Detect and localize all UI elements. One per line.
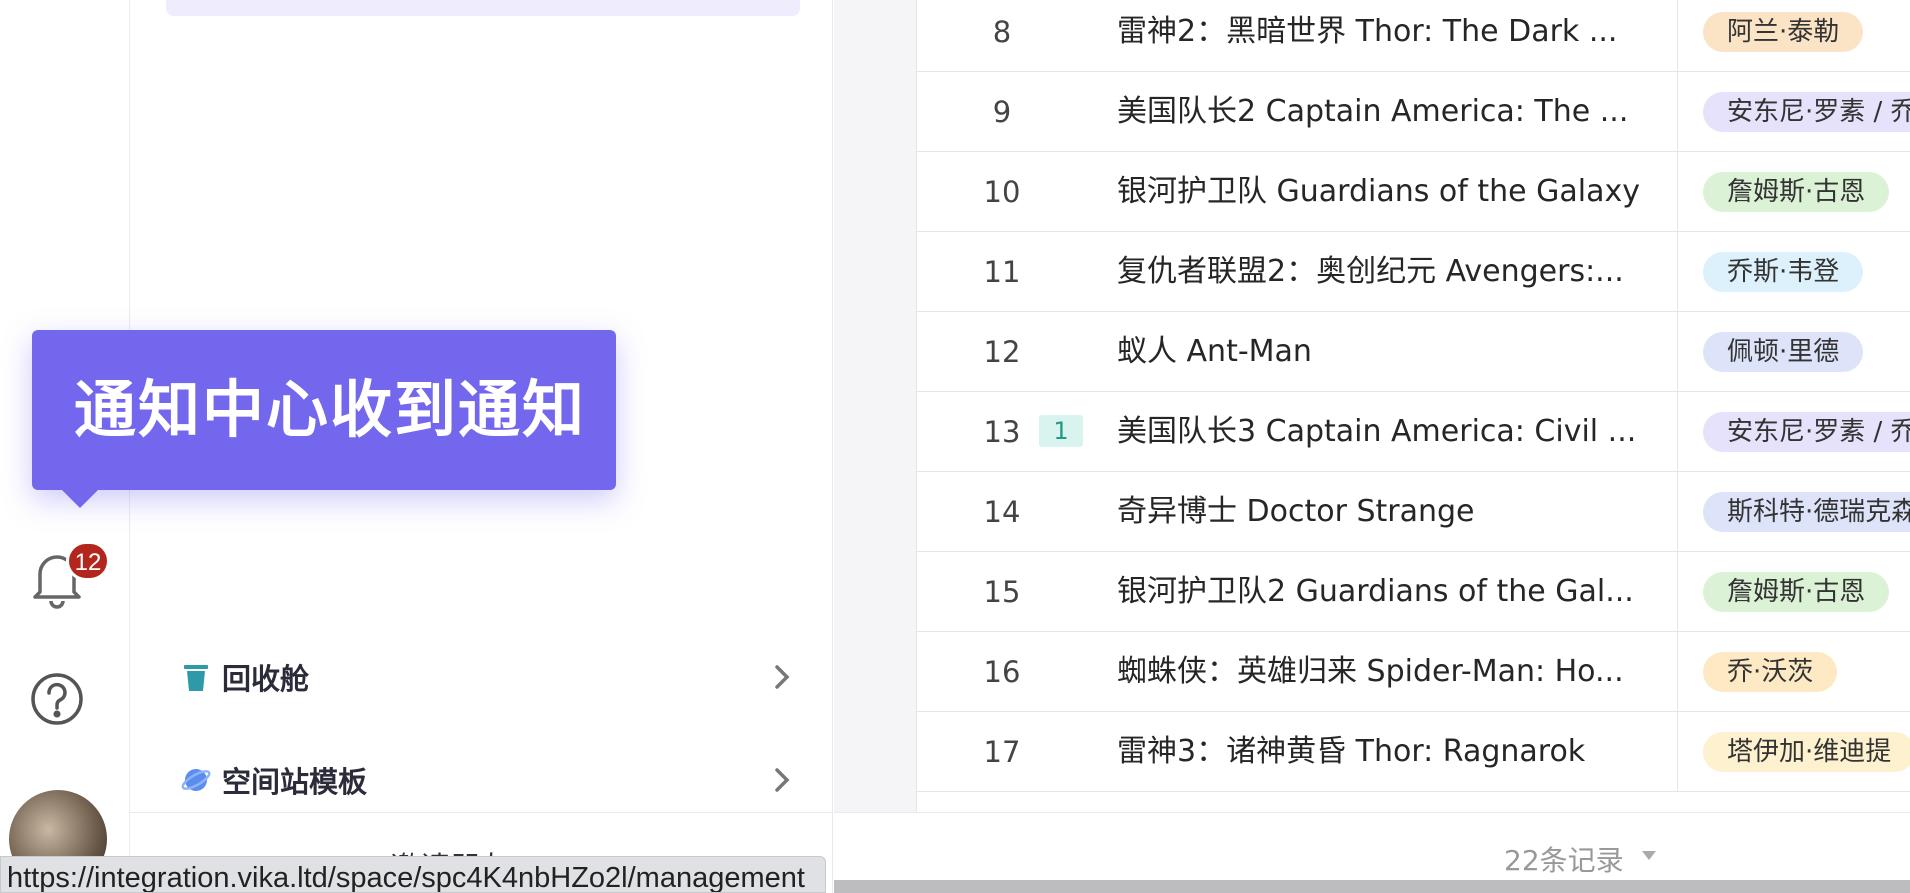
row-title-cell[interactable]: 美国队长2 Captain America: The ... (1117, 72, 1657, 152)
horizontal-scrollbar[interactable] (834, 880, 1910, 893)
guide-tooltip: 通知中心收到通知 (32, 330, 616, 508)
column-divider (1677, 72, 1678, 152)
caret-down-icon[interactable] (1642, 851, 1656, 860)
column-divider (1677, 632, 1678, 712)
row-number: 12 (983, 335, 1021, 369)
table-row[interactable]: 8 雷神2：黑暗世界 Thor: The Dark ... 阿兰·泰勒 (917, 0, 1910, 72)
comment-count-badge[interactable]: 1 (1039, 415, 1083, 447)
column-divider (1677, 392, 1678, 472)
row-number: 17 (983, 735, 1021, 769)
table-row[interactable]: 14 奇异博士 Doctor Strange 斯科特·德瑞克森 (917, 472, 1910, 552)
column-divider (1677, 0, 1678, 72)
director-tag[interactable]: 乔·沃茨 (1703, 652, 1838, 692)
row-title-cell[interactable]: 银河护卫队 Guardians of the Galaxy (1117, 152, 1657, 232)
row-title-cell[interactable]: 雷神3：诸神黄昏 Thor: Ragnarok (1117, 712, 1657, 792)
row-title-cell[interactable]: 蚁人 Ant-Man (1117, 312, 1657, 392)
row-title-cell[interactable]: 美国队长3 Captain America: Civil ... (1117, 392, 1657, 472)
row-number: 14 (983, 495, 1021, 529)
row-title-cell[interactable]: 蜘蛛侠：英雄归来 Spider-Man: Ho... (1117, 632, 1657, 712)
sidebar-item-label: 回收舱 (222, 662, 310, 696)
column-divider (1677, 312, 1678, 392)
row-title-cell[interactable]: 银河护卫队2 Guardians of the Gal... (1117, 552, 1657, 632)
trash-icon (184, 665, 208, 691)
column-divider (1677, 232, 1678, 312)
sidebar-selected-item[interactable] (166, 0, 800, 16)
row-number: 15 (983, 575, 1021, 609)
records-table: 8 雷神2：黑暗世界 Thor: The Dark ... 阿兰·泰勒 9 美国队长2 … (916, 0, 1910, 812)
row-title-cell[interactable]: 复仇者联盟2：奥创纪元 Avengers:... (1117, 232, 1657, 312)
director-tag[interactable]: 乔斯·韦登 (1703, 252, 1864, 292)
director-tag[interactable]: 斯科特·德瑞克森 (1703, 492, 1910, 532)
notification-count-badge: 12 (66, 541, 110, 581)
director-tag[interactable]: 塔伊加·维迪提 (1703, 732, 1910, 772)
sidebar-item-recycle-bin[interactable]: 回收舱 (180, 647, 800, 707)
column-divider (1677, 552, 1678, 632)
table-row[interactable]: 17 雷神3：诸神黄昏 Thor: Ragnarok 塔伊加·维迪提 (917, 712, 1910, 792)
row-number: 8 (992, 15, 1012, 49)
row-number: 9 (992, 95, 1012, 129)
record-count[interactable]: 22条记录 (1504, 839, 1624, 879)
table-row[interactable]: 11 复仇者联盟2：奥创纪元 Avengers:... 乔斯·韦登 (917, 232, 1910, 312)
director-tag[interactable]: 佩顿·里德 (1703, 332, 1864, 372)
table-row[interactable]: 10 银河护卫队 Guardians of the Galaxy 詹姆斯·古恩 (917, 152, 1910, 232)
director-tag[interactable]: 阿兰·泰勒 (1703, 12, 1864, 52)
table-row[interactable]: 13 1 美国队长3 Captain America: Civil ... 安东尼·罗… (917, 392, 1910, 472)
chevron-right-icon (775, 665, 790, 689)
chevron-right-icon (775, 768, 790, 792)
table-row[interactable]: 12 蚁人 Ant-Man 佩顿·里德 (917, 312, 1910, 392)
director-tag[interactable]: 安东尼·罗素 / 乔 (1703, 412, 1910, 452)
sidebar-item-templates[interactable]: 空间站模板 (180, 750, 800, 810)
row-title-cell[interactable]: 雷神2：黑暗世界 Thor: The Dark ... (1117, 0, 1657, 72)
row-number: 11 (983, 255, 1021, 289)
row-number: 10 (983, 175, 1021, 209)
column-divider (1677, 472, 1678, 552)
row-number: 16 (983, 655, 1021, 689)
status-url: https://integration.vika.ltd/space/spc4K… (0, 856, 826, 893)
grid-footer: 22条记录 (834, 812, 1910, 880)
planet-icon (181, 769, 211, 791)
row-title-cell[interactable]: 奇异博士 Doctor Strange (1117, 472, 1657, 552)
director-tag[interactable]: 詹姆斯·古恩 (1703, 172, 1890, 212)
help-icon[interactable] (30, 672, 84, 726)
table-row[interactable]: 15 银河护卫队2 Guardians of the Gal... 詹姆斯·古恩 (917, 552, 1910, 632)
table-row[interactable]: 16 蜘蛛侠：英雄归来 Spider-Man: Ho... 乔·沃茨 (917, 632, 1910, 712)
sidebar-item-label: 空间站模板 (222, 765, 368, 799)
table-row[interactable]: 9 美国队长2 Captain America: The ... 安东尼·罗素 / … (917, 72, 1910, 152)
director-tag[interactable]: 詹姆斯·古恩 (1703, 572, 1890, 612)
column-divider (1677, 712, 1678, 792)
column-divider (1677, 152, 1678, 232)
director-tag[interactable]: 安东尼·罗素 / 乔 (1703, 92, 1910, 132)
